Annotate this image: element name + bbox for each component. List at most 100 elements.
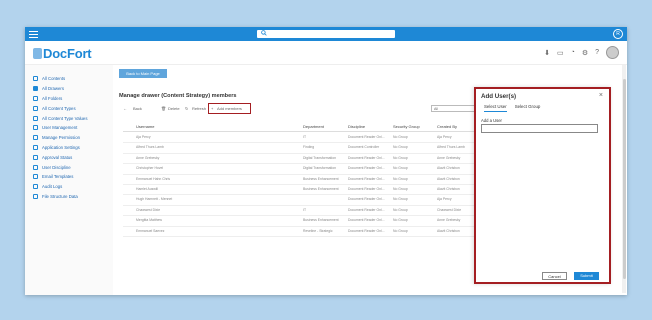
- tab-select-user[interactable]: Select User: [484, 104, 507, 112]
- refresh-button[interactable]: Refresh: [192, 106, 206, 111]
- table-body: Aja Percy IT Document Reader Onl... No Grou…: [123, 133, 483, 237]
- sidebar-item-label: All Folders: [42, 95, 63, 101]
- sidebar: All Contents All Drawers All Folders All Co…: [25, 65, 113, 295]
- app-header: DocFort ⬇ ▭ ◔ ⚙ ?: [25, 41, 627, 65]
- panel-title: Add User(s): [481, 93, 517, 100]
- search-input[interactable]: [257, 30, 395, 38]
- table-cell: Anne Grebesky: [136, 155, 160, 160]
- table-row[interactable]: Hamlet Auswill Business Enhancement Docume…: [123, 185, 483, 196]
- close-icon[interactable]: ×: [599, 92, 603, 99]
- table-row[interactable]: Alfred Thurs Lamb Finding Document Control…: [123, 143, 483, 154]
- sidebar-item[interactable]: Manage Permission: [25, 133, 113, 143]
- toolbar: ← Back 🗑 Delete ↻ Refresh + Add members: [123, 103, 483, 114]
- column-header[interactable]: Security Group: [393, 124, 420, 129]
- sidebar-item[interactable]: All Folders: [25, 94, 113, 104]
- column-header[interactable]: Username: [136, 124, 154, 129]
- delete-icon[interactable]: 🗑: [161, 106, 166, 111]
- sidebar-item[interactable]: Audit Logs: [25, 182, 113, 192]
- table-cell: Christopher Hovel: [136, 166, 164, 171]
- download-icon[interactable]: ⬇: [544, 49, 550, 57]
- table-row[interactable]: Aja Percy IT Document Reader Onl... No Grou…: [123, 133, 483, 144]
- search-icon: [261, 30, 267, 36]
- table-cell: Alavit Chrisbon: [437, 166, 460, 171]
- contents-icon: [33, 76, 38, 82]
- table-cell: No Group: [393, 207, 408, 212]
- back-button[interactable]: Back: [133, 106, 142, 111]
- settings-icon[interactable]: ⚙: [582, 49, 588, 57]
- column-header[interactable]: Department: [303, 124, 324, 129]
- table-row[interactable]: Mergitta Matthew Business Enhancement Docu…: [123, 216, 483, 227]
- approval-icon: [33, 154, 38, 160]
- table-cell: IT: [303, 207, 307, 212]
- sidebar-item-label: All Contents: [42, 76, 66, 82]
- monitor-icon[interactable]: ▭: [557, 49, 564, 57]
- table-row[interactable]: Christopher Hovel Digital Transformation D…: [123, 164, 483, 175]
- permission-icon: [33, 135, 38, 141]
- sidebar-item[interactable]: User Discipline: [25, 162, 113, 172]
- table-cell: Alavit Chrisbon: [437, 176, 460, 181]
- table-cell: Alfred Thurs Lamb: [136, 145, 164, 150]
- notification-icon[interactable]: ◔: [571, 49, 575, 56]
- table-row[interactable]: Hugh Hamnett - Mennet Document Reader Onl…: [123, 195, 483, 206]
- sidebar-item-label: User Management: [42, 125, 78, 131]
- add-user-input[interactable]: [481, 124, 598, 133]
- sidebar-item[interactable]: File Structure Data: [25, 192, 113, 202]
- user-icon: [33, 125, 38, 131]
- app-logo[interactable]: DocFort: [33, 46, 92, 61]
- table-row[interactable]: Emmanuel Saevez Reveline - Strategic Docum…: [123, 227, 483, 237]
- table-row[interactable]: Emmanuel Hahn Chris Business Enhancement D…: [123, 175, 483, 185]
- table-cell: No Group: [393, 166, 408, 171]
- sidebar-item-label: User Discipline: [42, 164, 71, 170]
- avatar[interactable]: [606, 46, 619, 59]
- top-bar: R: [25, 27, 627, 41]
- sidebar-item[interactable]: All Content Types: [25, 103, 113, 113]
- sidebar-item[interactable]: All Drawers: [25, 84, 113, 94]
- sidebar-item-label: All Content Type Values: [42, 115, 88, 121]
- add-users-panel: Add User(s) × Select User Select Group A…: [474, 87, 611, 284]
- settings-icon: [33, 144, 38, 150]
- table-cell: Digital Transformation: [303, 155, 336, 160]
- table-cell: Aja Percy: [437, 197, 452, 202]
- sidebar-item-label: All Content Types: [42, 105, 76, 111]
- hamburger-menu-icon[interactable]: [29, 29, 38, 38]
- table-cell: Chawwest Dixie: [437, 207, 462, 212]
- add-icon[interactable]: +: [211, 106, 213, 111]
- table-cell: Mergitta Matthew: [136, 218, 163, 223]
- table-cell: No Group: [393, 197, 408, 202]
- table-cell: Document Controller: [348, 145, 380, 150]
- table-cell: IT: [303, 135, 307, 139]
- column-header[interactable]: Created By: [437, 124, 457, 129]
- sidebar-item[interactable]: All Content Type Values: [25, 113, 113, 123]
- submit-button[interactable]: Submit: [574, 272, 599, 280]
- table-cell: Document Reader Onl...: [348, 135, 385, 139]
- table-cell: Chawwest Dixie: [136, 207, 161, 212]
- column-header[interactable]: Discipline: [348, 124, 365, 129]
- delete-button[interactable]: Delete: [168, 106, 180, 111]
- sidebar-item[interactable]: Email Templates: [25, 172, 113, 182]
- sidebar-item[interactable]: User Management: [25, 123, 113, 133]
- table-cell: Alavit Chrisbon: [437, 228, 460, 233]
- page-title: Manage drawer (Content Strategy) members: [119, 93, 237, 99]
- content-type-icon: [33, 105, 38, 111]
- sidebar-item[interactable]: Application Settings: [25, 143, 113, 153]
- table-cell: No Group: [393, 176, 408, 181]
- table-cell: Anne Grebesky: [437, 155, 461, 160]
- table-row[interactable]: Anne Grebesky Digital Transformation Docum…: [123, 154, 483, 165]
- tab-select-group[interactable]: Select Group: [515, 104, 541, 112]
- table-cell: Finding: [303, 145, 315, 150]
- sidebar-item[interactable]: All Contents: [25, 74, 113, 84]
- table-cell: No Group: [393, 186, 408, 191]
- refresh-icon[interactable]: ↻: [185, 106, 188, 111]
- table-row[interactable]: Chawwest Dixie IT Document Reader Onl... No…: [123, 206, 483, 217]
- cancel-button[interactable]: Cancel: [542, 272, 567, 280]
- table-cell: Aja Percy: [437, 135, 452, 139]
- drawer-icon: [33, 86, 38, 92]
- back-icon[interactable]: ←: [123, 106, 127, 111]
- help-icon[interactable]: ?: [595, 49, 599, 56]
- vertical-scrollbar[interactable]: [622, 65, 626, 293]
- discipline-icon: [33, 164, 38, 170]
- add-members-button[interactable]: Add members: [217, 106, 242, 111]
- back-to-main-button[interactable]: Back to Main Page: [119, 69, 167, 78]
- user-avatar-small[interactable]: R: [613, 29, 623, 39]
- sidebar-item[interactable]: Approval Status: [25, 152, 113, 162]
